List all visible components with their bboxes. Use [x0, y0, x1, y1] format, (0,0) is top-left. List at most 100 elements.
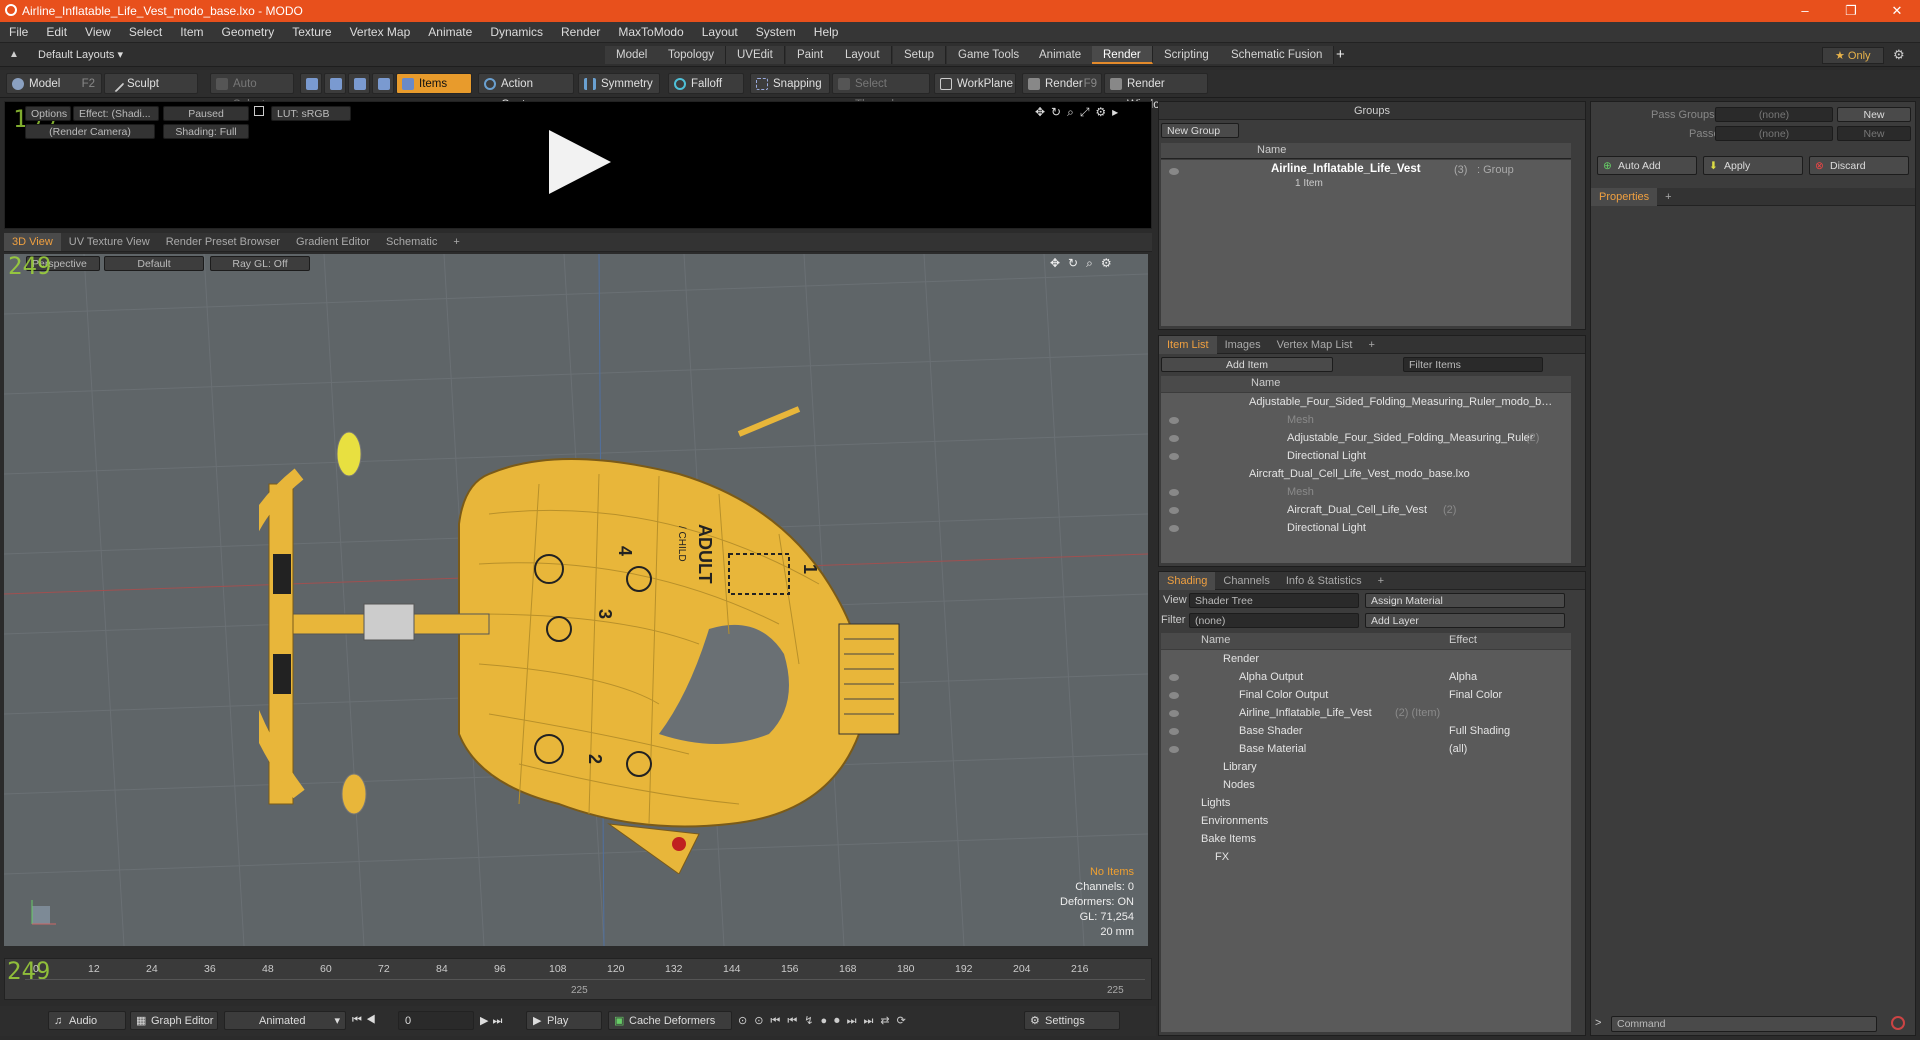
eye-icon[interactable]	[1169, 674, 1179, 681]
menu-animate[interactable]: Animate	[419, 22, 481, 43]
tab-gradient-editor[interactable]: Gradient Editor	[288, 233, 378, 251]
tab-render[interactable]: Render	[1092, 46, 1153, 64]
tab-animate[interactable]: Animate	[1028, 46, 1094, 64]
item-ruler-group[interactable]: Adjustable_Four_Sided_Folding_Measuring_…	[1287, 429, 1533, 447]
shader-alpha-effect[interactable]: Alpha	[1449, 668, 1477, 686]
menu-select[interactable]: Select	[120, 22, 171, 43]
item-ruler-light[interactable]: Directional Light	[1287, 447, 1366, 465]
item-vest-scene[interactable]: Aircraft_Dual_Cell_Life_Vest_modo_base.l…	[1249, 465, 1470, 483]
gear-icon[interactable]: ⚙	[1893, 47, 1905, 63]
render-window-button[interactable]: Render Window	[1104, 73, 1208, 111]
menu-edit[interactable]: Edit	[37, 22, 76, 43]
new-pass-group-button[interactable]: New	[1837, 107, 1911, 122]
eye-icon[interactable]	[1169, 417, 1179, 424]
snapping-button[interactable]: Snapping	[750, 73, 830, 94]
tab-paint[interactable]: Paint	[786, 46, 836, 64]
preview-shading-dropdown[interactable]: Shading: Full	[163, 124, 249, 139]
transport-key-icons[interactable]: ⊙⊙⏮⏮↯●⏺⏭⏭⇄⟳	[738, 1014, 913, 1028]
life-vest-model[interactable]: ADULT / CHILD 1 4 3 2	[259, 404, 959, 874]
vertex-mode-button[interactable]	[300, 73, 322, 94]
transport-prev-icons[interactable]: ⏮◀	[352, 1014, 380, 1027]
tab-model[interactable]: Model	[605, 46, 660, 64]
eye-icon[interactable]	[1169, 525, 1179, 532]
timeline[interactable]: 249 0 12 24 36 48 60 72 84 96 108 120 13…	[4, 957, 1152, 1000]
filter-dropdown[interactable]: (none)	[1189, 613, 1359, 628]
edge-mode-button[interactable]	[324, 73, 346, 94]
menu-texture[interactable]: Texture	[283, 22, 340, 43]
tab-3d-view[interactable]: 3D View	[4, 233, 61, 251]
falloff-button[interactable]: Falloff	[668, 73, 744, 94]
menu-layout[interactable]: Layout	[693, 22, 747, 43]
shader-vest-material[interactable]: Airline_Inflatable_Life_Vest	[1239, 704, 1372, 722]
item-vest-light[interactable]: Directional Light	[1287, 519, 1366, 537]
add-view-icon[interactable]: +	[445, 233, 467, 251]
shader-environments[interactable]: Environments	[1201, 812, 1268, 830]
item-ruler-mesh[interactable]: Mesh	[1287, 411, 1314, 429]
discard-button[interactable]: ⊗ Discard	[1809, 156, 1909, 175]
auto-select-button[interactable]: Auto Select	[210, 73, 294, 111]
workplane-button[interactable]: WorkPlane	[934, 73, 1016, 94]
pass-groups-dropdown[interactable]: (none)	[1715, 107, 1833, 122]
eye-icon[interactable]	[1169, 728, 1179, 735]
tab-schematic[interactable]: Schematic	[378, 233, 445, 251]
preview-nav-icons[interactable]: ✥↻⌕⤢⚙▸	[1035, 105, 1124, 120]
add-tab-icon[interactable]: +	[1360, 336, 1382, 354]
record-icon[interactable]	[1891, 1016, 1905, 1030]
preview-lut-dropdown[interactable]: LUT: sRGB	[271, 106, 351, 121]
3d-viewport[interactable]: ADULT / CHILD 1 4 3 2 Perspective Defaul…	[4, 254, 1148, 946]
menu-file[interactable]: File	[0, 22, 37, 43]
tab-uv-texture-view[interactable]: UV Texture View	[61, 233, 158, 251]
tab-vertex-map-list[interactable]: Vertex Map List	[1269, 336, 1361, 354]
model-mode-button[interactable]: Model F2	[6, 73, 102, 94]
animated-dropdown[interactable]: Animated ▾	[224, 1011, 346, 1030]
menu-vertex-map[interactable]: Vertex Map	[341, 22, 420, 43]
preview-options-button[interactable]: Options	[25, 106, 71, 121]
menu-dynamics[interactable]: Dynamics	[481, 22, 552, 43]
tab-layout[interactable]: Layout	[834, 46, 892, 64]
new-group-button[interactable]: New Group	[1161, 123, 1239, 138]
sculpt-button[interactable]: Sculpt	[104, 73, 198, 94]
viewport-nav-icons[interactable]: ✥↻⌕⚙	[1050, 256, 1120, 271]
apply-button[interactable]: ⬇ Apply	[1703, 156, 1803, 175]
shader-base-shader[interactable]: Base Shader	[1239, 722, 1303, 740]
shader-fx[interactable]: FX	[1215, 848, 1229, 866]
view-dropdown[interactable]: Shader Tree	[1189, 593, 1359, 608]
eye-icon[interactable]	[1169, 746, 1179, 753]
shader-base-material-effect[interactable]: (all)	[1449, 740, 1467, 758]
close-button[interactable]: ✕	[1874, 0, 1920, 22]
play-icon[interactable]	[545, 126, 615, 198]
tab-shading[interactable]: Shading	[1159, 571, 1216, 590]
tab-item-list[interactable]: Item List	[1159, 335, 1217, 354]
menu-render[interactable]: Render	[552, 22, 609, 43]
frame-input[interactable]: 0	[398, 1011, 474, 1030]
shader-base-material[interactable]: Base Material	[1239, 740, 1306, 758]
item-ruler-scene[interactable]: Adjustable_Four_Sided_Folding_Measuring_…	[1249, 393, 1552, 411]
view-style-dropdown[interactable]: Default	[104, 256, 204, 271]
tab-topology[interactable]: Topology	[657, 46, 727, 64]
eye-icon[interactable]	[1169, 453, 1179, 460]
tab-game-tools[interactable]: Game Tools	[947, 46, 1032, 64]
collapse-icon[interactable]: ▲	[9, 49, 19, 60]
preview-effect-dropdown[interactable]: Effect: (Shadi...	[73, 106, 159, 121]
settings-button[interactable]: ⚙ Settings	[1024, 1011, 1120, 1030]
item-vest-mesh[interactable]: Mesh	[1287, 483, 1314, 501]
preview-camera-dropdown[interactable]: (Render Camera)	[25, 124, 155, 139]
auto-add-button[interactable]: ⊕ Auto Add	[1597, 156, 1697, 175]
maximize-button[interactable]: ❐	[1828, 0, 1874, 22]
menu-system[interactable]: System	[747, 22, 805, 43]
only-toggle[interactable]: ★ Only	[1822, 47, 1884, 64]
cache-deformers-button[interactable]: ▣ Cache Deformers	[608, 1011, 732, 1030]
eye-icon[interactable]	[1169, 489, 1179, 496]
render-button[interactable]: Render F9	[1022, 73, 1102, 94]
assign-material-button[interactable]: Assign Material	[1365, 593, 1565, 608]
menu-geometry[interactable]: Geometry	[213, 22, 284, 43]
material-mode-button[interactable]	[372, 73, 394, 94]
shader-base-shader-effect[interactable]: Full Shading	[1449, 722, 1510, 740]
command-input[interactable]: Command	[1611, 1016, 1877, 1032]
filter-items-input[interactable]: Filter Items	[1403, 357, 1543, 372]
items-mode-button[interactable]: Items	[396, 73, 472, 94]
shader-lights[interactable]: Lights	[1201, 794, 1230, 812]
audio-button[interactable]: ♫ Audio	[48, 1011, 126, 1030]
minimize-button[interactable]: –	[1782, 0, 1828, 22]
eye-icon[interactable]	[1169, 507, 1179, 514]
